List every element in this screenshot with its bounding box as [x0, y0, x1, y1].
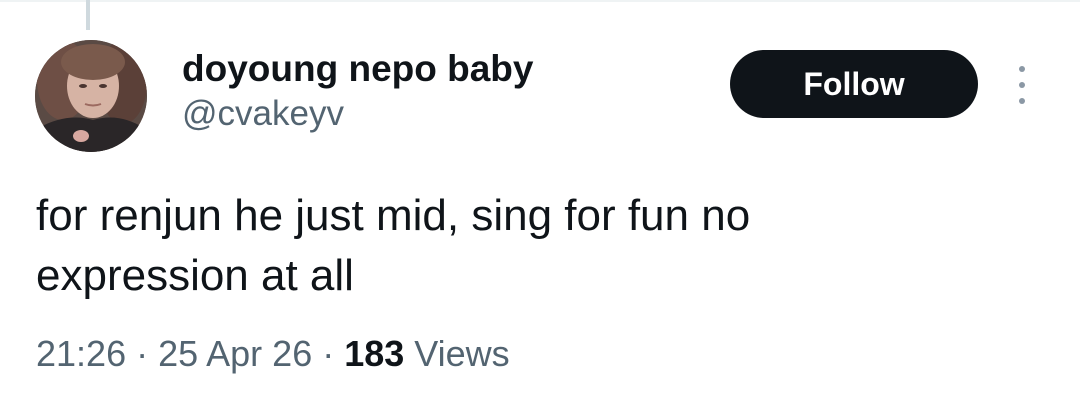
tweet-date[interactable]: 25 Apr 26 [158, 333, 312, 374]
tweet-text-line: for renjun he just mid, sing for fun no [36, 191, 751, 240]
tweet-text-line: expression at all [36, 251, 354, 300]
tweet-meta: 21:26 · 25 Apr 26 · 183 Views [36, 332, 510, 376]
follow-button[interactable]: Follow [730, 50, 978, 118]
more-dot [1019, 66, 1025, 72]
top-divider [0, 0, 1080, 2]
views-label[interactable]: Views [404, 333, 509, 374]
meta-separator: · [312, 333, 345, 374]
author-block: doyoung nepo baby @cvakeyv [182, 46, 533, 136]
avatar[interactable] [35, 40, 147, 152]
avatar-image [35, 40, 147, 152]
tweet-time[interactable]: 21:26 [36, 333, 126, 374]
more-dot [1019, 98, 1025, 104]
views-count[interactable]: 183 [344, 333, 404, 374]
tweet-text: for renjun he just mid, sing for fun no … [36, 186, 1046, 306]
more-dot [1019, 82, 1025, 88]
meta-separator: · [126, 333, 159, 374]
user-handle[interactable]: @cvakeyv [182, 92, 533, 136]
display-name[interactable]: doyoung nepo baby [182, 46, 533, 92]
thread-connector-line [86, 0, 90, 30]
more-vertical-icon[interactable] [1006, 66, 1038, 104]
